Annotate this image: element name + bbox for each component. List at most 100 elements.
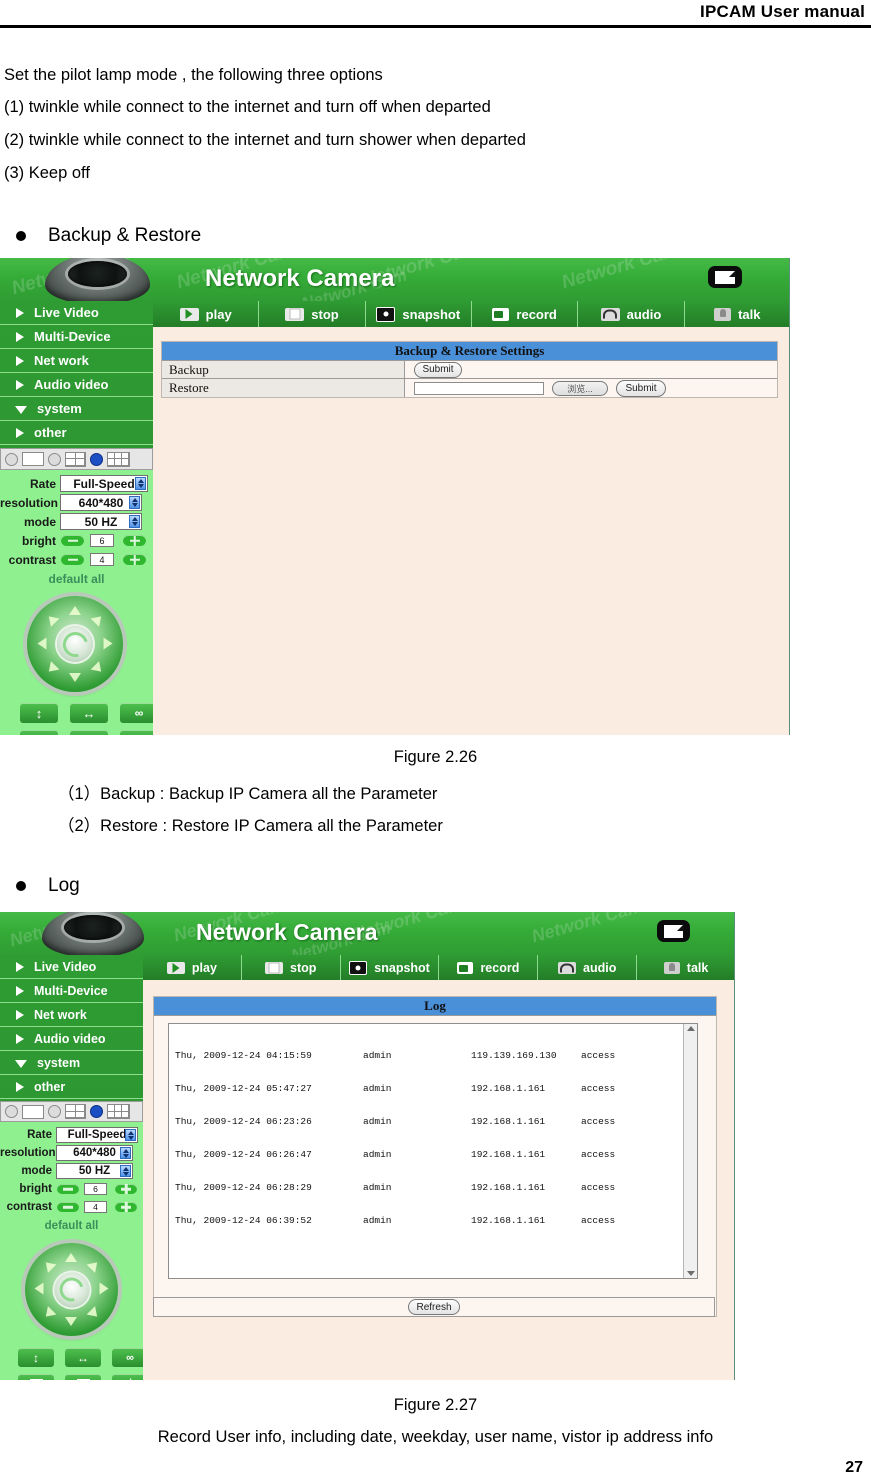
- joystick-arrow-down-right[interactable]: [90, 661, 106, 676]
- vertical-patrol-button[interactable]: ↕: [20, 703, 58, 723]
- toolbar-audio-button[interactable]: audio: [538, 955, 638, 980]
- toolbar-stop-button[interactable]: stop: [259, 301, 366, 327]
- joystick-hub[interactable]: [57, 626, 93, 662]
- sidebar-item-live-video[interactable]: Live Video: [0, 955, 143, 979]
- mode-spinner-icon[interactable]: [129, 515, 140, 528]
- ptz-joystick[interactable]: [27, 596, 123, 692]
- toolbar-record-button[interactable]: record: [472, 301, 579, 327]
- io-on-button[interactable]: [20, 730, 58, 735]
- contrast-plus-button[interactable]: [123, 554, 146, 565]
- mode-spinner-icon[interactable]: [120, 1165, 131, 1177]
- view-box-icon[interactable]: [22, 452, 44, 466]
- active-view-icon[interactable]: [90, 452, 103, 466]
- joystick-arrow-up-left[interactable]: [41, 1258, 57, 1273]
- scroll-up-icon[interactable]: [686, 1026, 695, 1031]
- joystick-arrow-down-left[interactable]: [44, 661, 60, 676]
- rate-spinner-icon[interactable]: [125, 1129, 136, 1141]
- view-box-icon[interactable]: [22, 1104, 44, 1119]
- resolution-select[interactable]: 640*480: [56, 1145, 133, 1161]
- joystick-arrow-up-left[interactable]: [44, 612, 60, 627]
- fullscreen-button[interactable]: [708, 266, 742, 288]
- bright-plus-button[interactable]: [115, 1184, 137, 1194]
- nine-grid-icon[interactable]: [107, 1104, 130, 1119]
- resolution-spinner-icon[interactable]: [129, 496, 140, 509]
- toolbar-stop-button[interactable]: stop: [242, 955, 341, 980]
- io-off-button[interactable]: [70, 730, 108, 735]
- joystick-arrow-right[interactable]: [99, 1282, 109, 1295]
- joystick-arrow-up-right[interactable]: [90, 612, 106, 627]
- nine-grid-icon[interactable]: [107, 451, 130, 467]
- toolbar-audio-button[interactable]: audio: [578, 301, 685, 327]
- log-refresh-button[interactable]: Refresh: [408, 1299, 460, 1315]
- single-view-icon[interactable]: [5, 452, 18, 466]
- sidebar-item-audio-video[interactable]: Audio video: [0, 1027, 143, 1051]
- sidebar-item-live-video[interactable]: Live Video: [0, 301, 153, 325]
- toolbar-play-button[interactable]: play: [143, 955, 242, 980]
- sidebar-item-audio-video[interactable]: Audio video: [0, 373, 153, 397]
- sidebar-item-other[interactable]: other: [0, 421, 153, 445]
- scroll-down-icon[interactable]: [686, 1271, 695, 1276]
- horizontal-patrol-button[interactable]: ↔: [70, 703, 108, 723]
- contrast-value[interactable]: 4: [90, 553, 114, 566]
- joystick-arrow-up[interactable]: [69, 606, 81, 615]
- single-view-icon[interactable]: [5, 1105, 18, 1118]
- joystick-arrow-right[interactable]: [103, 637, 113, 650]
- sidebar-item-multi-device[interactable]: Multi-Device: [0, 979, 143, 1003]
- log-textarea[interactable]: Thu, 2009-12-24 04:15:59 admin 119.139.169…: [168, 1023, 698, 1279]
- default-all-link[interactable]: default all: [0, 1220, 143, 1232]
- joystick-arrow-left[interactable]: [34, 1282, 44, 1295]
- resolution-select[interactable]: 640*480: [60, 494, 142, 511]
- toolbar-record-button[interactable]: record: [439, 955, 539, 980]
- joystick-arrow-left[interactable]: [37, 637, 47, 650]
- active-view-icon[interactable]: [90, 1105, 103, 1118]
- toolbar-snapshot-button[interactable]: snapshot: [366, 301, 472, 327]
- bright-minus-button[interactable]: [61, 535, 84, 546]
- sidebar-item-other[interactable]: other: [0, 1075, 143, 1099]
- joystick-arrow-down-left[interactable]: [41, 1306, 57, 1321]
- contrast-value[interactable]: 4: [84, 1201, 107, 1213]
- horizontal-patrol-button[interactable]: ↔: [65, 1348, 101, 1367]
- bright-minus-button[interactable]: [57, 1184, 79, 1194]
- fullscreen-button[interactable]: [657, 920, 690, 942]
- ptz-joystick[interactable]: [25, 1243, 118, 1336]
- joystick-arrow-down-right[interactable]: [86, 1306, 102, 1321]
- io-off-button[interactable]: [65, 1374, 101, 1380]
- bright-value[interactable]: 6: [90, 534, 114, 547]
- default-all-link[interactable]: default all: [0, 572, 153, 586]
- contrast-minus-button[interactable]: [61, 554, 84, 565]
- io-on-button[interactable]: [18, 1374, 54, 1380]
- contrast-plus-button[interactable]: [115, 1202, 137, 1212]
- rate-select[interactable]: Full-Speed: [56, 1127, 138, 1143]
- toolbar-talk-button[interactable]: talk: [685, 301, 790, 327]
- restore-submit-button[interactable]: Submit: [616, 379, 666, 397]
- rate-spinner-icon[interactable]: [135, 477, 146, 490]
- restore-file-input[interactable]: [414, 381, 544, 395]
- joystick-arrow-down[interactable]: [69, 673, 81, 682]
- quad-grid-icon[interactable]: [65, 1104, 86, 1119]
- sidebar-item-net-work[interactable]: Net work: [0, 1003, 143, 1027]
- vertical-patrol-button[interactable]: ↕: [18, 1348, 54, 1367]
- joystick-arrow-up[interactable]: [65, 1253, 77, 1262]
- joystick-arrow-up-right[interactable]: [86, 1258, 102, 1273]
- resolution-spinner-icon[interactable]: [120, 1147, 131, 1159]
- contrast-minus-button[interactable]: [57, 1202, 79, 1212]
- joystick-hub[interactable]: [54, 1272, 89, 1307]
- sidebar-item-multi-device[interactable]: Multi-Device: [0, 325, 153, 349]
- toolbar-play-button[interactable]: play: [153, 301, 260, 327]
- log-scrollbar[interactable]: [683, 1024, 697, 1278]
- rate-select[interactable]: Full-Speed: [60, 475, 148, 492]
- mode-select[interactable]: 50 HZ: [60, 513, 142, 530]
- sidebar-item-net-work[interactable]: Net work: [0, 349, 153, 373]
- mode-select[interactable]: 50 HZ: [56, 1163, 133, 1179]
- quad-circle-icon[interactable]: [48, 452, 61, 466]
- sidebar-item-system[interactable]: system: [0, 397, 153, 421]
- restore-browse-button[interactable]: 浏览...: [552, 380, 608, 396]
- toolbar-snapshot-button[interactable]: snapshot: [341, 955, 440, 980]
- bright-plus-button[interactable]: [123, 535, 146, 546]
- bright-value[interactable]: 6: [84, 1183, 107, 1195]
- backup-submit-button[interactable]: Submit: [414, 361, 462, 378]
- joystick-arrow-down[interactable]: [65, 1317, 77, 1326]
- quad-grid-icon[interactable]: [65, 451, 86, 467]
- toolbar-talk-button[interactable]: talk: [637, 955, 735, 980]
- quad-circle-icon[interactable]: [48, 1105, 61, 1118]
